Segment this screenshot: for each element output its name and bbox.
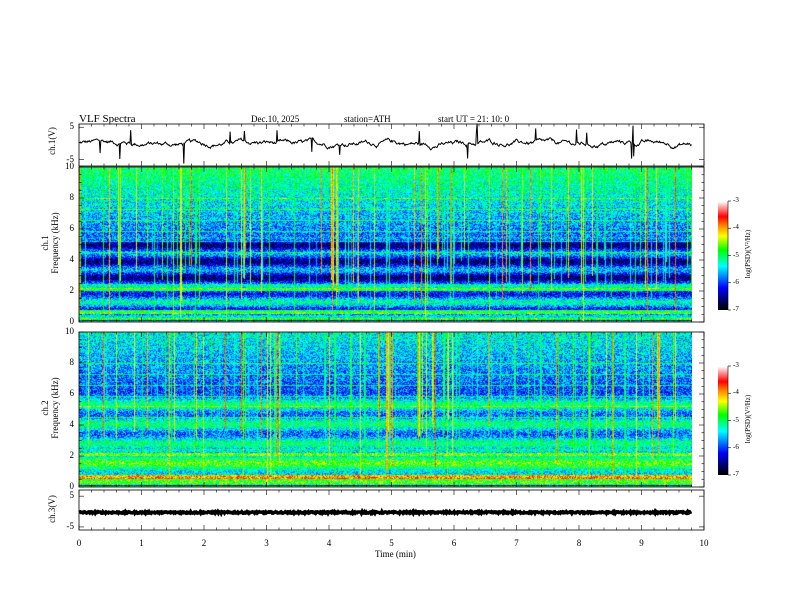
ch3-waveform bbox=[78, 507, 693, 518]
y-tick-label: 10 bbox=[65, 161, 74, 171]
x-tick-label: 4 bbox=[326, 538, 332, 548]
frequency-label: Frequency (kHz) bbox=[50, 212, 60, 274]
y-tick-label: 4 bbox=[69, 254, 75, 264]
x-tick-label: 10 bbox=[699, 538, 709, 548]
y-tick-label: -5 bbox=[66, 520, 75, 531]
colorbar-tick-label: -6 bbox=[733, 442, 739, 451]
frequency-label: Frequency (kHz) bbox=[50, 377, 60, 439]
colorbar-tick-label: -3 bbox=[733, 361, 739, 369]
x-tick-label: 0 bbox=[76, 538, 82, 548]
ch1-frequency-ylabel: ch.1 Frequency (kHz) bbox=[40, 183, 60, 303]
colorbar-tick-label: -3 bbox=[733, 196, 739, 204]
y-tick-label: 10 bbox=[65, 326, 74, 336]
y-tick-label: 8 bbox=[69, 192, 75, 202]
x-tick-label: 7 bbox=[514, 538, 519, 548]
colorbar-tick-label: -4 bbox=[733, 388, 739, 397]
y-tick-label: 2 bbox=[69, 285, 75, 295]
x-tick-label: 2 bbox=[201, 538, 207, 548]
ch1-waveform bbox=[78, 123, 692, 164]
ch3-voltage-ylabel: ch.3(V) bbox=[47, 495, 57, 523]
panel-frame-2 bbox=[78, 331, 705, 488]
colorbar-tick-label: -5 bbox=[733, 250, 739, 259]
ch2-label: ch.2 bbox=[40, 400, 50, 416]
y-tick-label: 5 bbox=[69, 121, 75, 132]
x-tick-label: 6 bbox=[451, 538, 457, 548]
ch1-voltage-ylabel: ch.1(V) bbox=[47, 127, 57, 155]
ch1-label: ch.1 bbox=[40, 235, 50, 251]
ch1-colorbar-label: log(PSD)(V²/Hz) bbox=[744, 229, 752, 279]
x-axis-label: Time (min) bbox=[375, 549, 416, 559]
x-tick-label: 3 bbox=[264, 538, 269, 548]
panel-frame-1 bbox=[78, 166, 705, 323]
colorbar-tick-label: -7 bbox=[733, 470, 739, 478]
y-tick-label: 6 bbox=[69, 223, 75, 233]
colorbar-tick-label: -7 bbox=[733, 305, 739, 313]
y-tick-label: 5 bbox=[69, 490, 75, 501]
colorbar-tick-label: -5 bbox=[733, 415, 739, 424]
x-tick-label: 9 bbox=[639, 538, 644, 548]
ch2-colorbar-label: log(PSD)(V²/Hz) bbox=[744, 394, 752, 444]
x-tick-label: 1 bbox=[139, 538, 144, 548]
y-tick-label: 0 bbox=[69, 316, 75, 326]
axes-layer bbox=[78, 123, 731, 531]
ch2-frequency-ylabel: ch.2 Frequency (kHz) bbox=[40, 348, 60, 468]
y-tick-label: 8 bbox=[69, 357, 75, 367]
panel-frame-3 bbox=[78, 489, 705, 531]
x-tick-label: 8 bbox=[576, 538, 582, 548]
y-tick-label: 6 bbox=[69, 388, 75, 398]
colorbar-tick-label: -4 bbox=[733, 223, 739, 232]
x-tick-label: 5 bbox=[389, 538, 394, 548]
y-tick-label: 4 bbox=[69, 419, 75, 429]
colorbar-tick-label: -6 bbox=[733, 277, 739, 286]
y-tick-label: 2 bbox=[69, 450, 75, 460]
